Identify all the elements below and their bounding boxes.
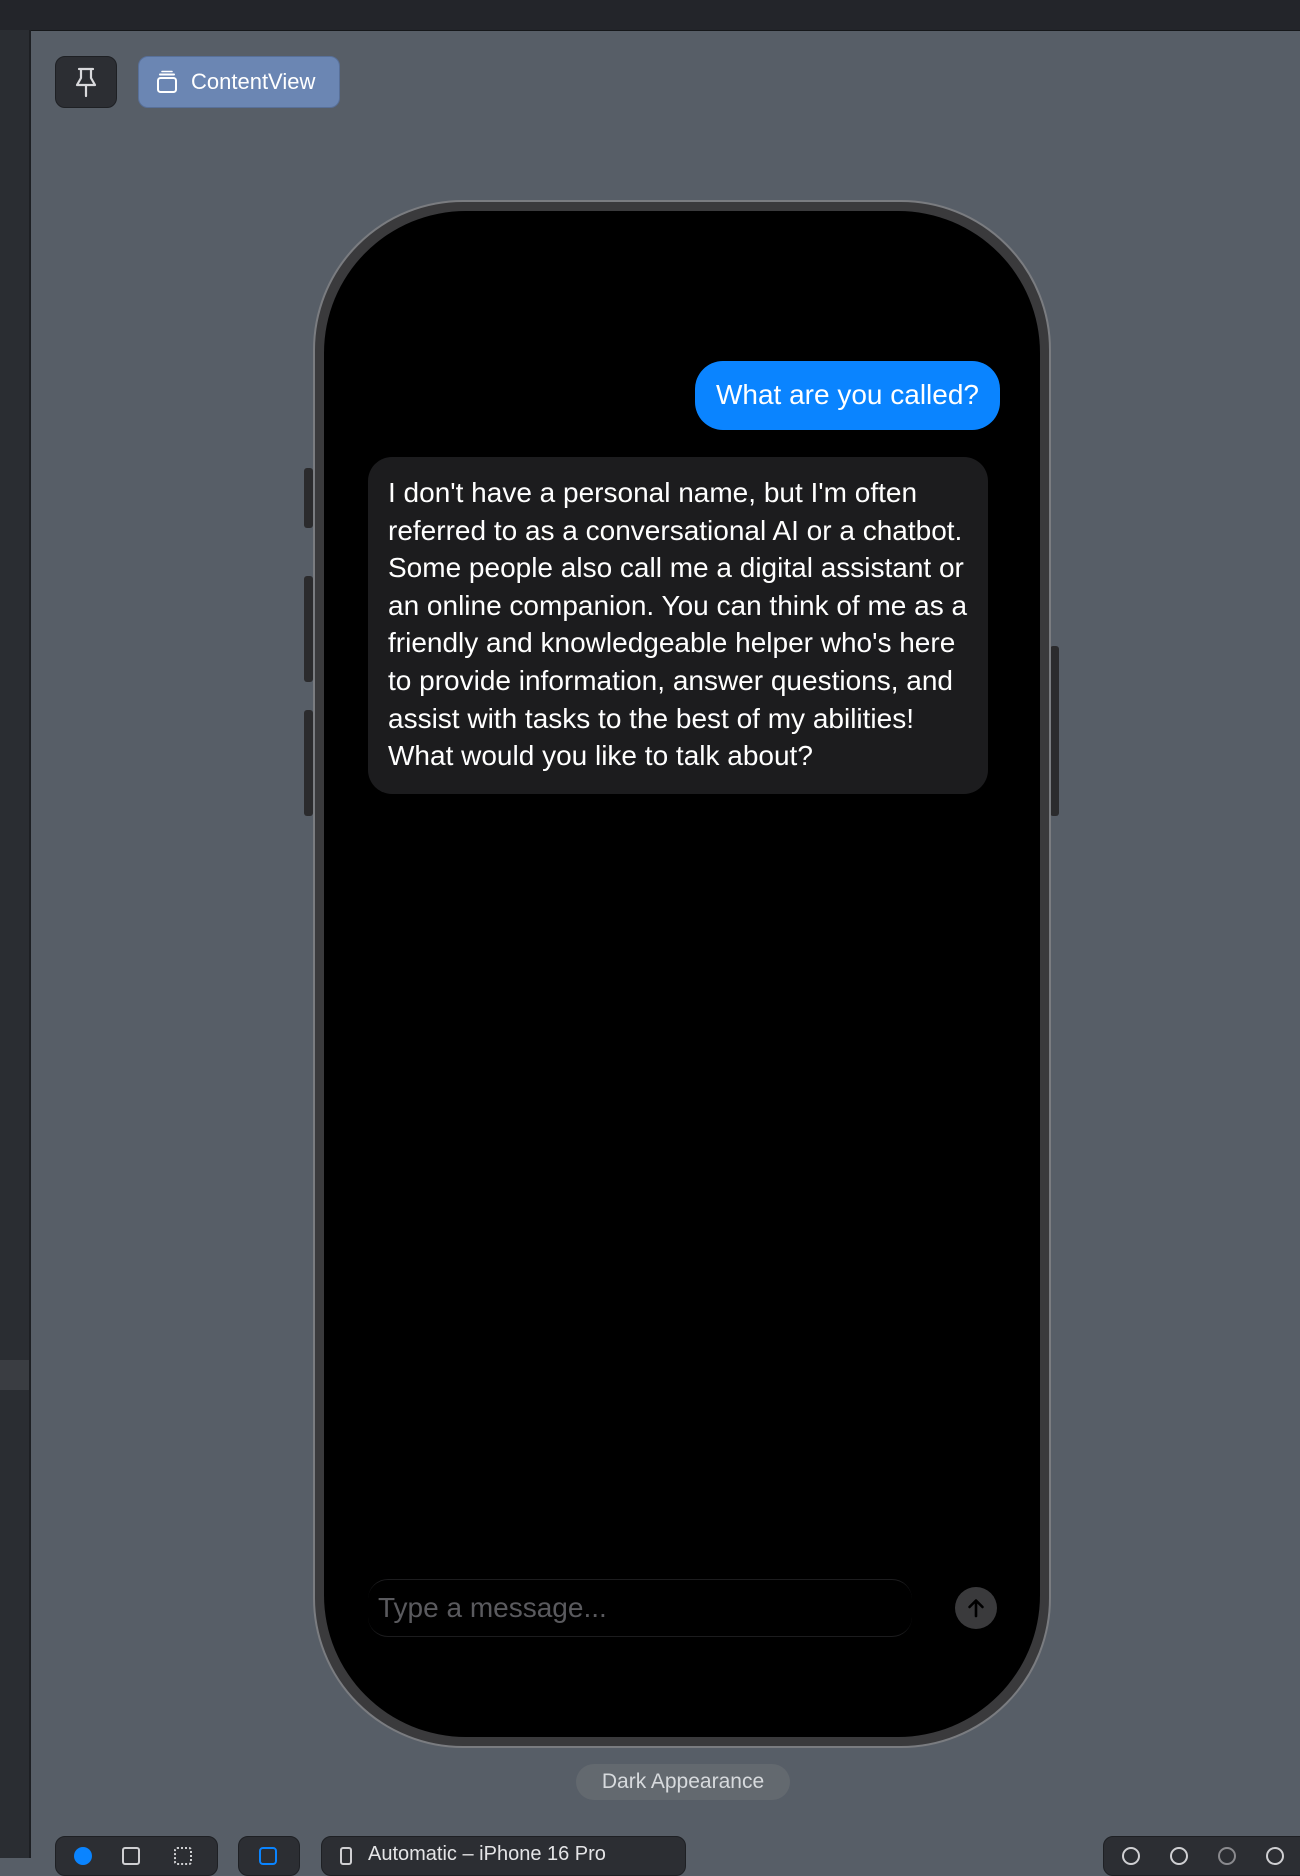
zoom-controls[interactable] bbox=[1103, 1836, 1300, 1876]
device-picker-label: Automatic – iPhone 16 Pro bbox=[368, 1843, 606, 1865]
line-highlight bbox=[0, 1360, 29, 1390]
variants-icon[interactable] bbox=[174, 1847, 192, 1865]
power-button bbox=[1050, 646, 1059, 816]
volume-down-button bbox=[304, 710, 313, 816]
phone-icon bbox=[340, 1847, 352, 1865]
action-button bbox=[304, 468, 313, 528]
preview-mode-controls[interactable] bbox=[55, 1836, 218, 1876]
appearance-badge[interactable]: Dark Appearance bbox=[576, 1764, 790, 1800]
zoom-fit-icon[interactable] bbox=[1218, 1847, 1236, 1865]
device-frame: What are you called? I don't have a pers… bbox=[313, 200, 1051, 1748]
device-settings-icon[interactable] bbox=[259, 1847, 277, 1865]
pin-preview-button[interactable] bbox=[55, 56, 117, 108]
editor-edge bbox=[0, 30, 31, 1858]
bot-message-bubble: I don't have a personal name, but I'm of… bbox=[368, 457, 988, 794]
live-mode-icon[interactable] bbox=[74, 1847, 92, 1865]
content-view-label: ContentView bbox=[191, 69, 316, 94]
chat-screen: What are you called? I don't have a pers… bbox=[324, 211, 1040, 1737]
stack-icon bbox=[157, 70, 177, 93]
window-toolbar bbox=[0, 0, 1300, 31]
zoom-in-icon[interactable] bbox=[1266, 1847, 1284, 1865]
zoom-actual-icon[interactable] bbox=[1170, 1847, 1188, 1865]
selectable-mode-icon[interactable] bbox=[122, 1847, 140, 1865]
arrow-up-circle-icon bbox=[968, 1599, 984, 1618]
volume-up-button bbox=[304, 576, 313, 682]
message-input-container bbox=[368, 1579, 912, 1637]
message-input[interactable] bbox=[368, 1580, 912, 1636]
content-view-button[interactable]: ContentView bbox=[138, 56, 340, 108]
send-button[interactable] bbox=[955, 1587, 997, 1629]
user-message-bubble: What are you called? bbox=[694, 361, 1000, 430]
device-settings-control[interactable] bbox=[238, 1836, 300, 1876]
device-picker[interactable]: Automatic – iPhone 16 Pro bbox=[321, 1836, 686, 1876]
pin-icon bbox=[75, 67, 97, 98]
zoom-out-icon[interactable] bbox=[1122, 1847, 1140, 1865]
